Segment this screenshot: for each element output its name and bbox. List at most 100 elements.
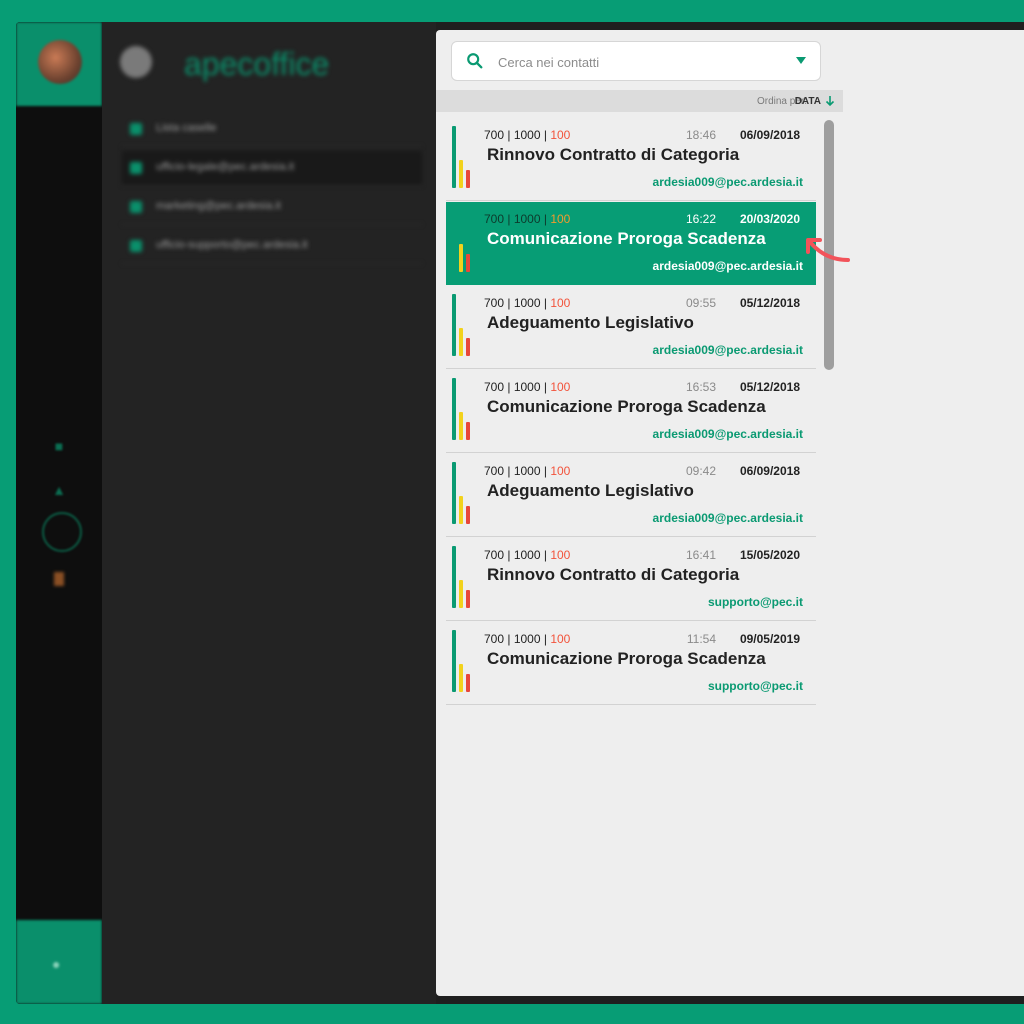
priority-bars-icon bbox=[452, 544, 472, 608]
search-bar[interactable] bbox=[451, 41, 821, 81]
message-counts: 700 | 1000 | 100 bbox=[484, 296, 571, 310]
message-counts: 700 | 1000 | 100 bbox=[484, 632, 571, 646]
message-row[interactable]: 700 | 1000 | 100 16:41 15/05/2020 Rinnovo C… bbox=[446, 538, 816, 621]
message-sender: supporto@pec.it bbox=[707, 595, 803, 609]
message-date: 06/09/2018 bbox=[739, 128, 800, 142]
priority-bars-icon bbox=[452, 628, 472, 692]
count-3: 100 bbox=[550, 296, 571, 310]
accounts-panel: apecoffice Lista caselle ufficio-legale@p… bbox=[102, 22, 436, 1004]
message-date: 05/12/2018 bbox=[739, 380, 800, 394]
count-1: 700 bbox=[484, 632, 505, 646]
count-2: 1000 bbox=[513, 380, 541, 394]
count-2: 1000 bbox=[513, 128, 541, 142]
flag-icon[interactable] bbox=[54, 572, 64, 586]
check-icon[interactable] bbox=[130, 201, 142, 213]
message-list: 700 | 1000 | 100 18:46 06/09/2018 Rinnovo C… bbox=[446, 118, 816, 706]
message-date: 15/05/2020 bbox=[739, 548, 800, 562]
message-time: 09:42 bbox=[685, 464, 716, 478]
count-2: 1000 bbox=[513, 296, 541, 310]
message-date: 06/09/2018 bbox=[739, 464, 800, 478]
logo-icon bbox=[120, 46, 152, 78]
app-window: ■ ▲ ● apecoffice Lista caselle ufficio-le… bbox=[16, 22, 1024, 1004]
app-logo: apecoffice bbox=[114, 44, 374, 88]
message-row[interactable]: 700 | 1000 | 100 16:53 05/12/2018 Comunicaz… bbox=[446, 370, 816, 453]
contacts-icon[interactable]: ▲ bbox=[16, 482, 102, 498]
message-sender: ardesia009@pec.ardesia.it bbox=[652, 259, 803, 273]
message-row[interactable]: 700 | 1000 | 100 18:46 06/09/2018 Rinnovo C… bbox=[446, 118, 816, 201]
message-counts: 700 | 1000 | 100 bbox=[484, 128, 571, 142]
message-counts: 700 | 1000 | 100 bbox=[484, 548, 571, 562]
rail-footer: ● bbox=[16, 920, 102, 1004]
message-row[interactable]: 700 | 1000 | 100 09:55 05/12/2018 Adeguamen… bbox=[446, 286, 816, 369]
message-subject: Comunicazione Proroga Scadenza bbox=[487, 229, 766, 248]
message-row[interactable]: 700 | 1000 | 100 16:22 20/03/2020 Comunicaz… bbox=[446, 202, 816, 285]
count-3: 100 bbox=[550, 380, 571, 394]
count-1: 700 bbox=[484, 380, 505, 394]
priority-bars-icon bbox=[452, 124, 472, 188]
account-item[interactable]: Lista caselle bbox=[122, 112, 422, 147]
settings-icon[interactable] bbox=[42, 512, 82, 552]
message-time: 18:46 bbox=[685, 128, 716, 142]
priority-bars-icon bbox=[452, 460, 472, 524]
check-icon[interactable] bbox=[130, 162, 142, 174]
message-subject: Adeguamento Legislativo bbox=[487, 481, 694, 500]
search-input[interactable] bbox=[496, 51, 770, 73]
inbox-icon[interactable]: ■ bbox=[16, 438, 102, 454]
count-2: 1000 bbox=[513, 212, 541, 226]
message-sender: ardesia009@pec.ardesia.it bbox=[652, 511, 803, 525]
arrow-down-icon[interactable] bbox=[825, 95, 835, 107]
check-icon[interactable] bbox=[130, 123, 142, 135]
message-subject: Comunicazione Proroga Scadenza bbox=[487, 649, 766, 668]
message-list-panel: Ordina per: DATA 700 | 1000 | 100 18:46 06… bbox=[436, 30, 1024, 996]
message-time: 09:55 bbox=[685, 296, 716, 310]
count-3: 100 bbox=[550, 128, 571, 142]
priority-bars-icon bbox=[452, 376, 472, 440]
message-sender: ardesia009@pec.ardesia.it bbox=[652, 175, 803, 189]
avatar[interactable] bbox=[38, 40, 82, 84]
account-label: marketing@pec.ardesia.it bbox=[156, 200, 281, 212]
message-date: 09/05/2019 bbox=[739, 632, 800, 646]
message-sender: ardesia009@pec.ardesia.it bbox=[652, 343, 803, 357]
sort-value[interactable]: DATA bbox=[795, 96, 821, 107]
message-time: 16:53 bbox=[685, 380, 716, 394]
chevron-down-icon[interactable] bbox=[796, 57, 806, 64]
count-1: 700 bbox=[484, 212, 505, 226]
count-3: 100 bbox=[550, 464, 571, 478]
logo-text: apecoffice bbox=[184, 46, 330, 82]
account-label: ufficio-legale@pec.ardesia.it bbox=[156, 161, 295, 173]
account-item[interactable]: ufficio-legale@pec.ardesia.it bbox=[122, 151, 422, 186]
message-sender: ardesia009@pec.ardesia.it bbox=[652, 427, 803, 441]
message-counts: 700 | 1000 | 100 bbox=[484, 464, 571, 478]
count-3: 100 bbox=[550, 632, 571, 646]
message-time: 11:54 bbox=[686, 632, 716, 646]
message-sender: supporto@pec.it bbox=[707, 679, 803, 693]
message-counts: 700 | 1000 | 100 bbox=[484, 380, 571, 394]
count-1: 700 bbox=[484, 464, 505, 478]
message-subject: Comunicazione Proroga Scadenza bbox=[487, 397, 766, 416]
count-1: 700 bbox=[484, 296, 505, 310]
message-subject: Rinnovo Contratto di Categoria bbox=[487, 565, 740, 584]
message-row[interactable]: 700 | 1000 | 100 09:42 06/09/2018 Adeguamen… bbox=[446, 454, 816, 537]
count-2: 1000 bbox=[513, 548, 541, 562]
sort-bar: Ordina per: DATA bbox=[436, 90, 843, 112]
count-3: 100 bbox=[550, 212, 571, 226]
curved-arrow-icon bbox=[806, 238, 850, 262]
account-item[interactable]: ufficio-supporto@pec.ardesia.it bbox=[122, 229, 422, 264]
search-icon bbox=[467, 53, 483, 69]
count-2: 1000 bbox=[513, 632, 541, 646]
help-icon[interactable]: ● bbox=[52, 956, 60, 972]
message-date: 20/03/2020 bbox=[739, 212, 800, 226]
check-icon[interactable] bbox=[130, 240, 142, 252]
message-time: 16:22 bbox=[685, 212, 716, 226]
account-label: ufficio-supporto@pec.ardesia.it bbox=[156, 239, 308, 251]
account-item[interactable]: marketing@pec.ardesia.it bbox=[122, 190, 422, 225]
priority-bars-icon bbox=[452, 292, 472, 356]
message-counts: 700 | 1000 | 100 bbox=[484, 212, 571, 226]
icon-rail: ■ ▲ ● bbox=[16, 22, 102, 1004]
message-subject: Adeguamento Legislativo bbox=[487, 313, 694, 332]
priority-bars-icon bbox=[452, 208, 472, 272]
account-label: Lista caselle bbox=[156, 122, 217, 134]
message-time: 16:41 bbox=[685, 548, 716, 562]
message-row[interactable]: 700 | 1000 | 100 11:54 09/05/2019 Comunicaz… bbox=[446, 622, 816, 705]
count-1: 700 bbox=[484, 548, 505, 562]
